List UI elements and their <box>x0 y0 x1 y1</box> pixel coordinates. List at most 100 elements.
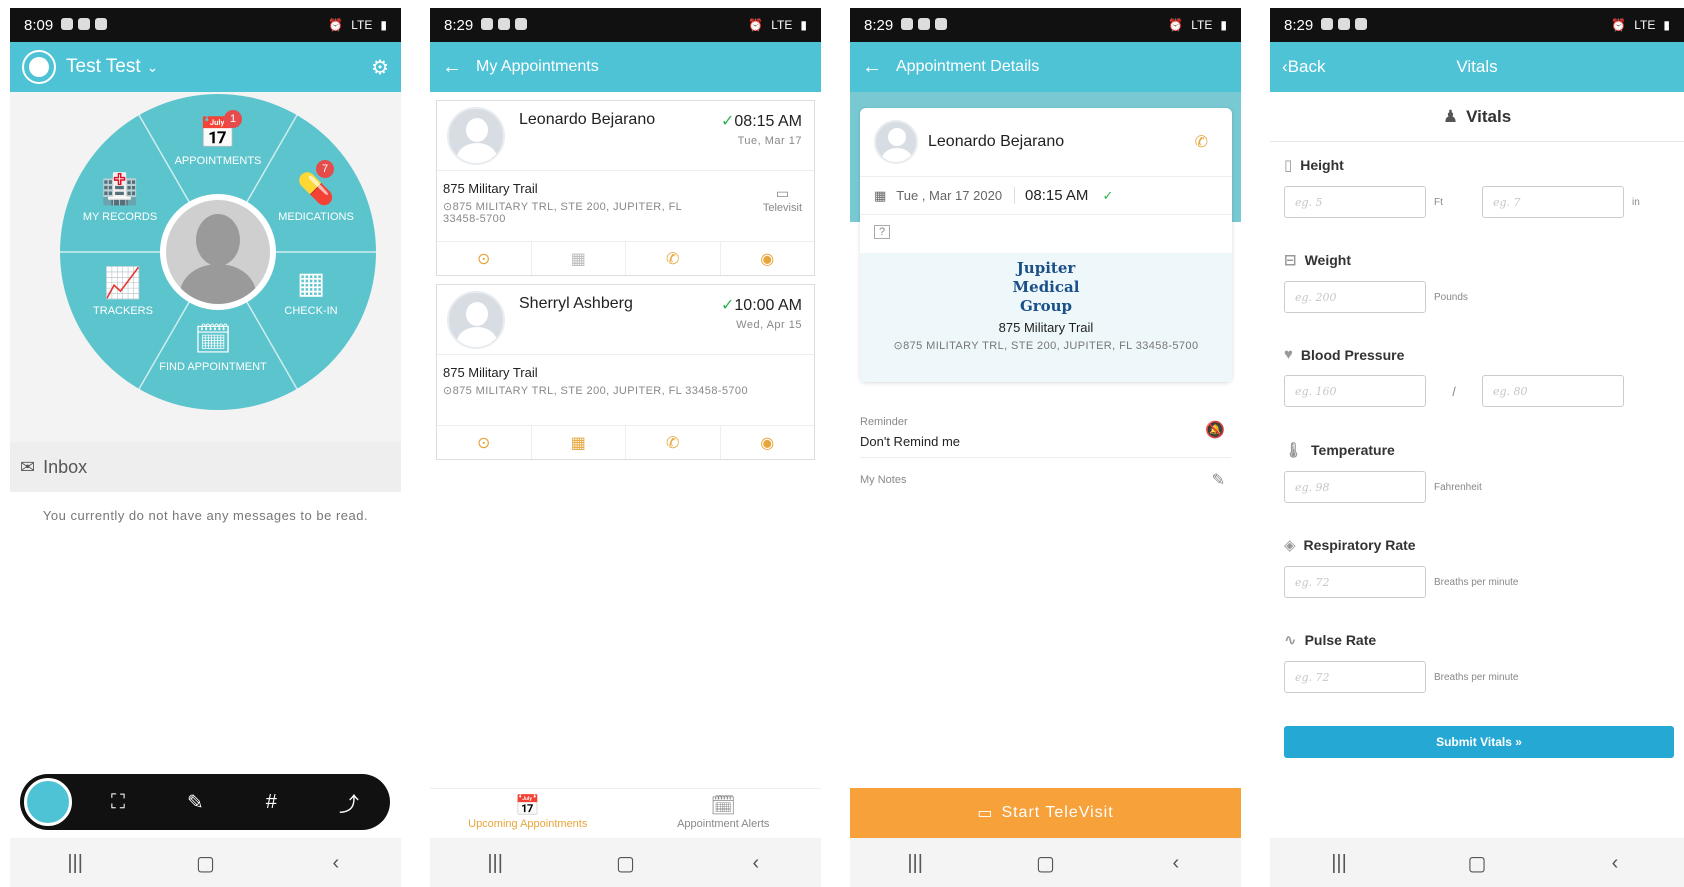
battery-icon: ▮ <box>380 18 387 32</box>
home-icon[interactable]: ▢ <box>605 851 645 876</box>
vitals-screen: 8:29 ⏰ LTE ▮ ‹Back Vitals ♟ Vitals ▯ Height… <box>1270 8 1684 887</box>
tab-appointment-alerts[interactable]: 🗓 Appointment Alerts <box>626 789 822 838</box>
user-name[interactable]: Test Test <box>66 56 141 78</box>
notification-icons <box>481 17 532 34</box>
temperature-unit: Fahrenheit <box>1434 481 1482 493</box>
chevron-down-icon[interactable]: ⌄ <box>147 59 159 76</box>
back-arrow-icon[interactable]: ← <box>862 56 882 79</box>
inbox-header[interactable]: ✉ Inbox <box>10 442 401 492</box>
gear-icon[interactable]: ⚙ <box>371 55 389 80</box>
alarm-icon: ⏰ <box>1611 18 1627 32</box>
recent-apps-icon[interactable]: ||| <box>895 852 935 875</box>
weight-input[interactable] <box>1284 281 1426 313</box>
reminder-row[interactable]: Reminder Don't Remind me 🔕 <box>850 416 1241 449</box>
home-icon[interactable]: ▢ <box>1025 851 1065 876</box>
battery-icon: ▮ <box>1663 18 1670 32</box>
eye-icon[interactable]: ◉ <box>721 242 815 275</box>
appointment-card[interactable]: Leonardo Bejarano ✓08:15 AM Tue, Mar 17 … <box>436 100 815 276</box>
systolic-input[interactable] <box>1284 375 1426 407</box>
bell-off-icon[interactable]: 🔕 <box>1205 420 1225 440</box>
recent-apps-icon[interactable]: ||| <box>1319 852 1359 875</box>
user-avatar[interactable] <box>22 50 56 84</box>
notes-label: My Notes <box>860 474 907 486</box>
network-label: LTE <box>351 18 373 32</box>
building-icon: 🏥 <box>101 173 139 206</box>
map-pin-icon[interactable]: ⊙ <box>437 426 532 459</box>
pulse-icon: ∿ <box>1284 632 1297 649</box>
back-button[interactable]: ‹Back <box>1282 57 1325 77</box>
appointment-time: ✓08:15 AM Tue, Mar 17 <box>720 113 802 147</box>
diastolic-input[interactable] <box>1482 375 1624 407</box>
system-nav-bar: ||| ▢ ‹ <box>1270 838 1684 887</box>
back-icon[interactable]: ‹ <box>736 852 776 875</box>
edit-icon[interactable]: ✎ <box>1212 470 1225 490</box>
menu-check-in[interactable]: ▦ CHECK-IN <box>256 266 366 317</box>
person-icon: ♟ <box>1442 106 1459 126</box>
map-pin-icon[interactable]: ⊙ <box>437 242 532 275</box>
check-icon: ✓ <box>720 113 735 130</box>
inbox-title: Inbox <box>43 456 88 477</box>
temperature-input[interactable] <box>1284 471 1426 503</box>
start-televisit-button[interactable]: ▭ Start TeleVisit <box>850 788 1241 838</box>
help-icon[interactable]: ? <box>874 225 891 239</box>
menu-my-records[interactable]: 🏥 MY RECORDS <box>65 172 175 223</box>
menu-wheel: 📅 APPOINTMENTS 1 🏥 MY RECORDS 💊 MEDICATI… <box>60 94 376 410</box>
recent-apps-icon[interactable]: ||| <box>475 852 515 875</box>
calendar-clock-icon: 📅 <box>515 795 541 817</box>
notes-row[interactable]: My Notes ✎ <box>850 472 1241 489</box>
height-feet-input[interactable] <box>1284 186 1426 218</box>
appointment-card[interactable]: Sherryl Ashberg ✓10:00 AM Wed, Apr 15 87… <box>436 284 815 460</box>
location-name: 875 Military Trail <box>443 365 538 380</box>
home-icon[interactable]: ▢ <box>185 851 225 876</box>
notification-icons <box>1321 17 1372 34</box>
appointments-app-bar: ← My Appointments <box>430 42 821 92</box>
menu-medications[interactable]: 💊 MEDICATIONS <box>261 172 371 223</box>
system-nav-bar: ||| ▢ ‹ <box>850 838 1241 887</box>
menu-wheel-area: 📅 APPOINTMENTS 1 🏥 MY RECORDS 💊 MEDICATI… <box>10 92 401 442</box>
inbox-empty-message: You currently do not have any messages t… <box>42 508 369 523</box>
appointment-details-screen: 8:29 ⏰ LTE ▮ ← Appointment Details Leonard… <box>850 8 1241 887</box>
appointment-time: 08:15 AM <box>1014 187 1088 204</box>
phone-icon[interactable]: ✆ <box>626 242 721 275</box>
back-icon[interactable]: ‹ <box>1595 852 1635 875</box>
share-icon[interactable]: ⤴ <box>339 788 359 817</box>
phone-icon[interactable]: ✆ <box>1195 132 1208 152</box>
screenshot-icon[interactable]: ⛶ <box>111 791 125 814</box>
eye-icon[interactable]: ◉ <box>721 426 815 459</box>
scale-icon: ⊟ <box>1284 252 1297 269</box>
pulse-input[interactable] <box>1284 661 1426 693</box>
weight-unit: Pounds <box>1434 291 1468 303</box>
qr-code-icon[interactable]: ▦ <box>532 242 626 275</box>
toolbar-avatar[interactable] <box>24 778 72 826</box>
reminder-value: Don't Remind me <box>860 434 961 449</box>
height-inches-input[interactable] <box>1482 186 1624 218</box>
crop-edit-icon[interactable]: ✎ <box>187 790 204 815</box>
feet-unit: Ft <box>1434 196 1443 208</box>
status-time: 8:29 <box>864 16 894 34</box>
page-title: Vitals <box>1456 57 1498 76</box>
respiratory-input[interactable] <box>1284 566 1426 598</box>
submit-vitals-button[interactable]: Submit Vitals » <box>1284 726 1674 758</box>
page-title: Appointment Details <box>896 58 1040 75</box>
back-icon[interactable]: ‹ <box>316 852 356 875</box>
qr-code-icon[interactable]: ▦ <box>532 426 626 459</box>
respiratory-section: ◈Respiratory Rate Breaths per minute <box>1270 522 1684 617</box>
hash-button[interactable]: # <box>266 791 277 814</box>
menu-find-appointment[interactable]: 🗓 FIND APPOINTMENT <box>158 322 268 373</box>
menu-appointments[interactable]: 📅 APPOINTMENTS <box>163 116 273 167</box>
vitals-app-bar: ‹Back Vitals <box>1270 42 1684 92</box>
notification-icons <box>61 17 112 34</box>
appointments-badge: 1 <box>224 110 242 128</box>
back-icon[interactable]: ‹ <box>1156 852 1196 875</box>
phone-icon[interactable]: ✆ <box>626 426 721 459</box>
network-label: LTE <box>1634 18 1656 32</box>
recent-apps-icon[interactable]: ||| <box>55 852 95 875</box>
profile-photo[interactable] <box>160 194 276 310</box>
back-arrow-icon[interactable]: ← <box>442 56 462 79</box>
bp-separator: / <box>1452 383 1456 399</box>
home-icon[interactable]: ▢ <box>1457 851 1497 876</box>
status-time: 8:09 <box>24 16 54 34</box>
status-bar: 8:09 ⏰ LTE ▮ <box>10 8 401 42</box>
menu-trackers[interactable]: 📈 TRACKERS <box>68 266 178 317</box>
tab-upcoming-appointments[interactable]: 📅 Upcoming Appointments <box>430 789 626 838</box>
